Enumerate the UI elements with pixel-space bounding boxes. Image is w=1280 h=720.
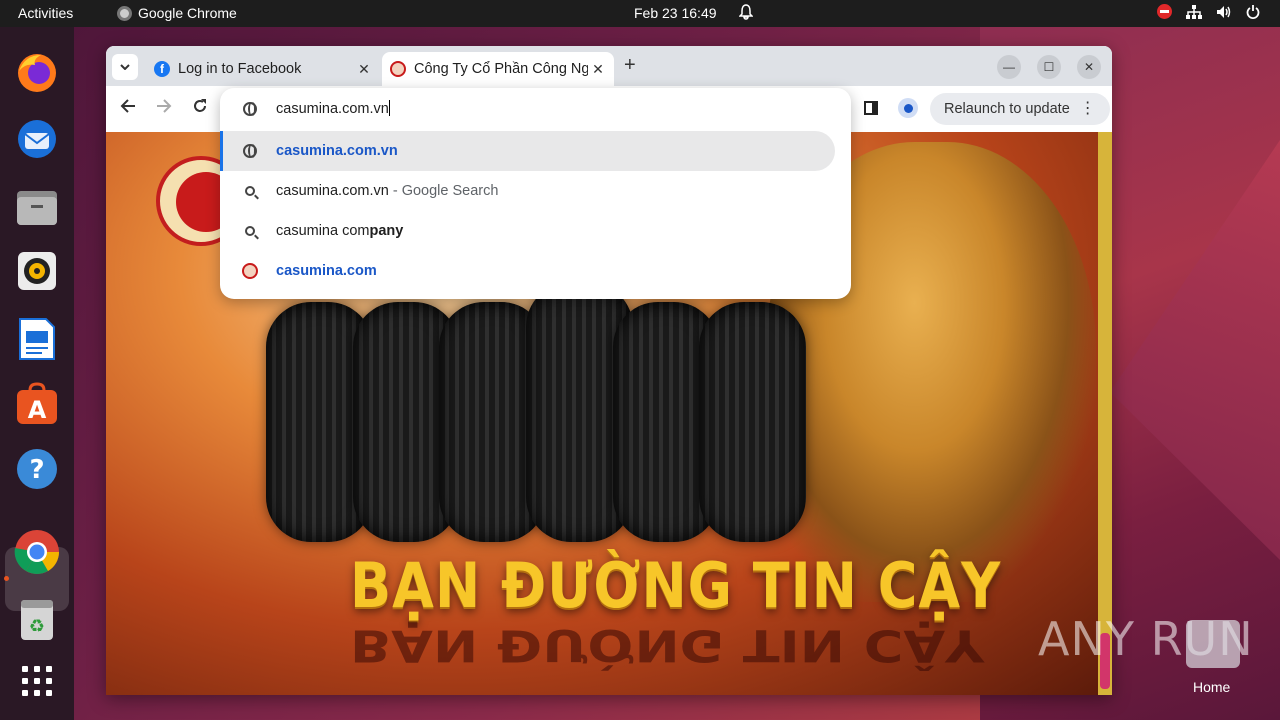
kebab-menu-icon[interactable]: ⋮ xyxy=(1080,101,1096,117)
forward-button[interactable] xyxy=(156,98,172,119)
search-icon xyxy=(242,223,258,239)
chevron-down-icon xyxy=(120,64,130,70)
casumina-favicon-icon xyxy=(390,61,406,77)
suggestion-text: casumina.com.vn xyxy=(276,183,389,199)
hero-slogan: BẠN ĐƯỜNG TIN CẬY xyxy=(350,549,1002,622)
close-tab-icon[interactable]: ✕ xyxy=(588,61,608,78)
tab-casumina[interactable]: Công Ty Cổ Phần Công Nghiệp Cao Su Miền … xyxy=(382,52,614,86)
relaunch-update-button[interactable]: Relaunch to update ⋮ xyxy=(930,93,1110,125)
suggestion-text-wrap: casumina company xyxy=(276,223,403,239)
suggestion-url[interactable]: casumina.com.vn xyxy=(220,131,835,171)
globe-icon xyxy=(242,143,258,159)
trash-icon[interactable]: ♻ xyxy=(13,596,61,644)
new-tab-button[interactable]: + xyxy=(624,54,636,77)
side-panel-icon[interactable] xyxy=(864,101,878,115)
volume-icon xyxy=(1217,5,1231,18)
profile-avatar-icon[interactable] xyxy=(898,98,918,118)
close-tab-icon[interactable]: ✕ xyxy=(354,61,374,78)
home-folder-icon[interactable] xyxy=(1186,620,1240,668)
address-value: casumina.com.vn xyxy=(276,101,389,117)
tab-facebook[interactable]: f Log in to Facebook ✕ xyxy=(146,52,380,86)
suggestion-search[interactable]: casumina company xyxy=(220,211,851,251)
suggestion-text: casumina.com.vn xyxy=(276,143,398,159)
svg-text:♻: ♻ xyxy=(29,616,45,637)
files-icon[interactable] xyxy=(13,183,61,231)
dock: A ? ♻ xyxy=(0,27,74,720)
thunderbird-icon[interactable] xyxy=(13,115,61,163)
app-menu[interactable]: Google Chrome xyxy=(117,5,237,21)
relaunch-label: Relaunch to update xyxy=(944,101,1070,117)
power-icon xyxy=(1246,4,1260,19)
tab-title: Log in to Facebook xyxy=(178,61,302,77)
omnibox-dropdown: casumina.com.vn casumina.com.vn casumina… xyxy=(220,88,851,299)
search-icon xyxy=(242,183,258,199)
svg-text:A: A xyxy=(28,396,47,424)
do-not-disturb-icon xyxy=(1157,4,1172,19)
activities-button[interactable]: Activities xyxy=(18,5,73,21)
bell-icon xyxy=(738,4,754,23)
suggestion-suffix: - Google Search xyxy=(388,183,499,199)
home-folder-label: Home xyxy=(1193,679,1231,695)
app-grid-icon[interactable] xyxy=(13,657,61,705)
suggestion-bold: pany xyxy=(369,223,404,239)
top-bar: Activities Google Chrome Feb 23 16:49 xyxy=(0,0,1280,27)
reload-button[interactable] xyxy=(192,98,208,119)
suggestion-search[interactable]: casumina.com.vn - Google Search xyxy=(220,171,851,211)
address-input[interactable]: casumina.com.vn xyxy=(276,100,390,117)
globe-icon xyxy=(242,101,258,117)
facebook-favicon-icon: f xyxy=(154,61,170,77)
firefox-icon[interactable] xyxy=(13,49,61,97)
app-center-icon[interactable]: A xyxy=(13,380,61,428)
writer-icon[interactable] xyxy=(13,315,61,363)
chrome-small-icon xyxy=(117,5,132,21)
tab-title: Công Ty Cổ Phần Công Nghiệp Cao Su Miền … xyxy=(414,61,588,77)
suggestion-text: casumina.com xyxy=(276,263,377,279)
tires-image xyxy=(265,282,807,552)
tab-strip: f Log in to Facebook ✕ Công Ty Cổ Phần C… xyxy=(106,46,1112,86)
help-icon[interactable]: ? xyxy=(13,445,61,493)
casumina-favicon-icon xyxy=(242,263,258,279)
network-icon xyxy=(1186,4,1202,19)
back-button[interactable] xyxy=(120,98,136,119)
page-scrollbar[interactable] xyxy=(1098,132,1112,695)
rhythmbox-icon[interactable] xyxy=(13,247,61,295)
close-window-button[interactable]: ✕ xyxy=(1077,55,1101,79)
maximize-button[interactable]: ☐ xyxy=(1037,55,1061,79)
address-bar[interactable]: casumina.com.vn xyxy=(220,88,851,130)
forward-arrow-icon xyxy=(157,99,172,113)
minimize-button[interactable]: — xyxy=(997,55,1021,79)
back-arrow-icon xyxy=(120,99,135,113)
suggestion-prefix: casumina com xyxy=(276,223,370,239)
suggestion-text-wrap: casumina.com.vn - Google Search xyxy=(276,183,498,199)
system-tray[interactable] xyxy=(1157,4,1260,19)
app-name: Google Chrome xyxy=(138,5,237,21)
suggestion-url[interactable]: casumina.com xyxy=(220,251,851,291)
running-indicator xyxy=(4,576,9,581)
svg-text:?: ? xyxy=(29,455,44,485)
reload-icon xyxy=(194,99,206,112)
chrome-icon[interactable] xyxy=(13,528,61,576)
hero-slogan-reflection: BẠN ĐƯỜNG TIN CẬY xyxy=(350,620,985,671)
tab-search-button[interactable] xyxy=(112,54,138,80)
clock[interactable]: Feb 23 16:49 xyxy=(634,5,717,21)
